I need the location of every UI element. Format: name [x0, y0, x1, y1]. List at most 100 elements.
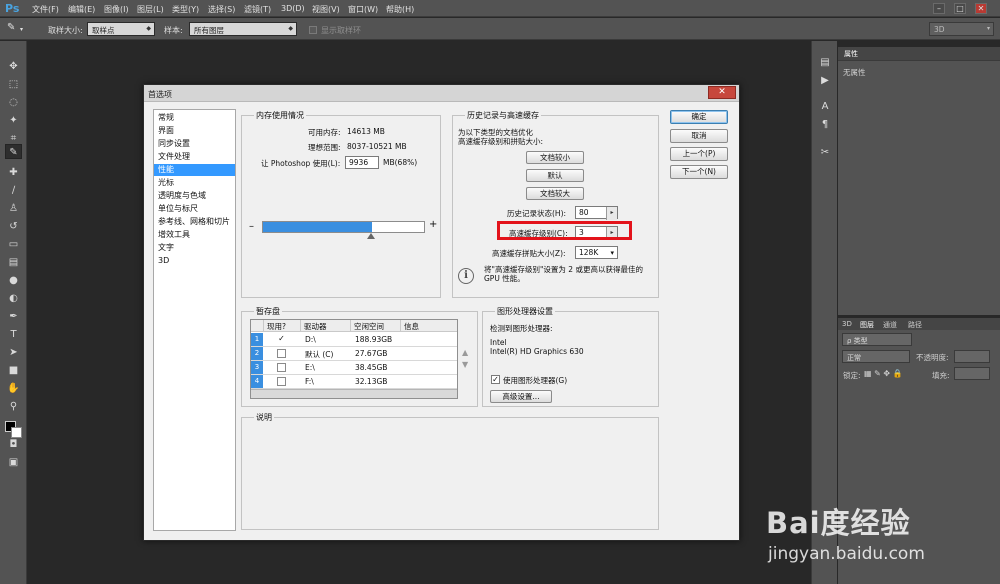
dialog-titlebar[interactable]: 首选项 ✕ — [144, 85, 739, 102]
category-type[interactable]: 文字 — [154, 242, 235, 254]
table-row[interactable]: 3 E:\ 38.45GB — [251, 361, 457, 375]
next-button[interactable]: 下一个(N) — [670, 165, 728, 179]
dodge-tool-icon[interactable]: ◐ — [5, 291, 22, 306]
category-sync[interactable]: 同步设置 — [154, 138, 235, 150]
category-performance[interactable]: 性能 — [154, 164, 235, 176]
healing-brush-tool-icon[interactable]: ✚ — [5, 165, 22, 180]
move-down-icon[interactable]: ▼ — [462, 360, 468, 369]
brush-tool-icon[interactable]: ∕ — [5, 183, 22, 198]
menu-edit[interactable]: 编辑(E) — [68, 4, 95, 15]
prev-button[interactable]: 上一个(P) — [670, 147, 728, 161]
eyedropper-tool-icon[interactable]: ✎ — [7, 22, 15, 33]
shape-tool-icon[interactable]: ■ — [5, 363, 22, 378]
memory-slider-thumb[interactable] — [367, 233, 375, 239]
eyedropper-tool-icon[interactable]: ✎ — [5, 144, 22, 159]
magic-wand-tool-icon[interactable]: ✦ — [5, 113, 22, 128]
category-file-handling[interactable]: 文件处理 — [154, 151, 235, 163]
tools-presets-icon[interactable]: ✂ — [817, 145, 833, 160]
cancel-button[interactable]: 取消 — [670, 129, 728, 143]
active-checkbox[interactable] — [277, 377, 286, 386]
sample-select[interactable]: 所有图层 ◆ — [189, 22, 297, 36]
screen-mode-icon[interactable]: ▣ — [5, 455, 22, 470]
ok-button[interactable]: 确定 — [670, 110, 728, 124]
menu-view[interactable]: 视图(V) — [312, 4, 340, 15]
minimize-button[interactable]: – — [933, 3, 945, 14]
menu-select[interactable]: 选择(S) — [208, 4, 235, 15]
category-cursors[interactable]: 光标 — [154, 177, 235, 189]
tool-preset-chevron-icon[interactable]: ▾ — [20, 26, 23, 33]
stamp-tool-icon[interactable]: ♙ — [5, 201, 22, 216]
close-icon[interactable]: ✕ — [708, 86, 736, 99]
blend-mode-select[interactable]: 正常 — [842, 350, 910, 363]
default-button[interactable]: 默认 — [526, 169, 584, 182]
category-transparency[interactable]: 透明度与色域 — [154, 190, 235, 202]
blur-tool-icon[interactable]: ● — [5, 273, 22, 288]
scratch-disk-table: 现用? 驱动器 空闲空间 信息 1 ✓ D:\ 188.93GB 2 默认 (C… — [250, 319, 458, 399]
tile-size-select[interactable]: 128K ▾ — [575, 246, 618, 259]
chevron-right-icon[interactable]: ▸ — [606, 207, 617, 220]
history-states-input[interactable]: 80 ▸ — [575, 206, 618, 220]
move-tool-icon[interactable]: ✥ — [5, 59, 22, 74]
category-units[interactable]: 单位与标尺 — [154, 203, 235, 215]
path-select-tool-icon[interactable]: ➤ — [5, 345, 22, 360]
restore-button[interactable]: □ — [954, 3, 966, 14]
paragraph-panel-icon[interactable]: ¶ — [817, 117, 833, 132]
big-flat-docs-button[interactable]: 文档较大 — [526, 187, 584, 200]
pen-tool-icon[interactable]: ✒ — [5, 309, 22, 324]
table-row[interactable]: 2 默认 (C) 27.67GB — [251, 347, 457, 361]
character-panel-icon[interactable]: A — [817, 99, 833, 114]
menu-help[interactable]: 帮助(H) — [386, 4, 414, 15]
free-space-cell: 32.13GB — [355, 377, 388, 386]
menu-window[interactable]: 窗口(W) — [348, 4, 378, 15]
category-interface[interactable]: 界面 — [154, 125, 235, 137]
use-gpu-checkbox[interactable]: ✓ — [491, 375, 500, 384]
type-tool-icon[interactable]: T — [5, 327, 22, 342]
sample-size-select[interactable]: 取样点 ◆ — [87, 22, 155, 36]
marquee-tool-icon[interactable]: ⬚ — [5, 77, 22, 92]
show-ring-checkbox[interactable] — [309, 26, 317, 34]
tab-3d[interactable]: 3D — [842, 320, 852, 328]
menu-3d[interactable]: 3D(D) — [281, 4, 305, 13]
scratch-group-title: 暂存盘 — [254, 306, 282, 317]
category-3d[interactable]: 3D — [154, 255, 235, 267]
category-plugins[interactable]: 增效工具 — [154, 229, 235, 241]
fill-field[interactable] — [954, 367, 990, 380]
history-brush-tool-icon[interactable]: ↺ — [5, 219, 22, 234]
tab-properties[interactable]: 属性 — [844, 49, 858, 59]
move-up-icon[interactable]: ▲ — [462, 348, 468, 357]
hand-tool-icon[interactable]: ✋ — [5, 381, 22, 396]
quick-mask-icon[interactable]: ◘ — [5, 437, 22, 452]
layer-filter-select[interactable]: ρ 类型 — [842, 333, 912, 346]
memory-slider-track[interactable] — [262, 221, 425, 233]
tab-channels[interactable]: 通道 — [883, 320, 897, 330]
lock-icons[interactable]: ▦ ✎ ✥ 🔒 — [864, 369, 903, 378]
tall-thin-docs-button[interactable]: 文档较小 — [526, 151, 584, 164]
category-guides[interactable]: 参考线、网格和切片 — [154, 216, 235, 228]
lasso-tool-icon[interactable]: ◌ — [5, 95, 22, 110]
menu-filter[interactable]: 滤镜(T) — [244, 4, 271, 15]
tab-layers[interactable]: 图层 — [860, 320, 874, 330]
menu-layer[interactable]: 图层(L) — [137, 4, 164, 15]
tab-paths[interactable]: 路径 — [908, 320, 922, 330]
advanced-settings-button[interactable]: 高级设置... — [490, 390, 552, 403]
active-checkbox[interactable] — [277, 349, 286, 358]
table-row[interactable]: 4 F:\ 32.13GB — [251, 375, 457, 389]
table-row[interactable]: 1 ✓ D:\ 188.93GB — [251, 333, 457, 347]
active-checkbox[interactable]: ✓ — [277, 335, 286, 344]
watermark-url: jingyan.baidu.com — [768, 544, 925, 564]
actions-panel-icon[interactable]: ▶ — [817, 73, 833, 88]
close-window-button[interactable]: ✕ — [975, 3, 987, 14]
menu-image[interactable]: 图像(I) — [104, 4, 129, 15]
menu-type[interactable]: 类型(Y) — [172, 4, 199, 15]
eraser-tool-icon[interactable]: ▭ — [5, 237, 22, 252]
memory-usage-input[interactable]: 9936 — [345, 156, 379, 169]
workspace-select[interactable]: 3D ▾ — [929, 22, 994, 36]
zoom-tool-icon[interactable]: ⚲ — [5, 399, 22, 414]
history-panel-icon[interactable]: ▤ — [817, 55, 833, 70]
gradient-tool-icon[interactable]: ▤ — [5, 255, 22, 270]
active-checkbox[interactable] — [277, 363, 286, 372]
category-general[interactable]: 常规 — [154, 112, 235, 124]
table-scrollbar[interactable] — [251, 389, 457, 398]
menu-file[interactable]: 文件(F) — [32, 4, 59, 15]
opacity-field[interactable] — [954, 350, 990, 363]
